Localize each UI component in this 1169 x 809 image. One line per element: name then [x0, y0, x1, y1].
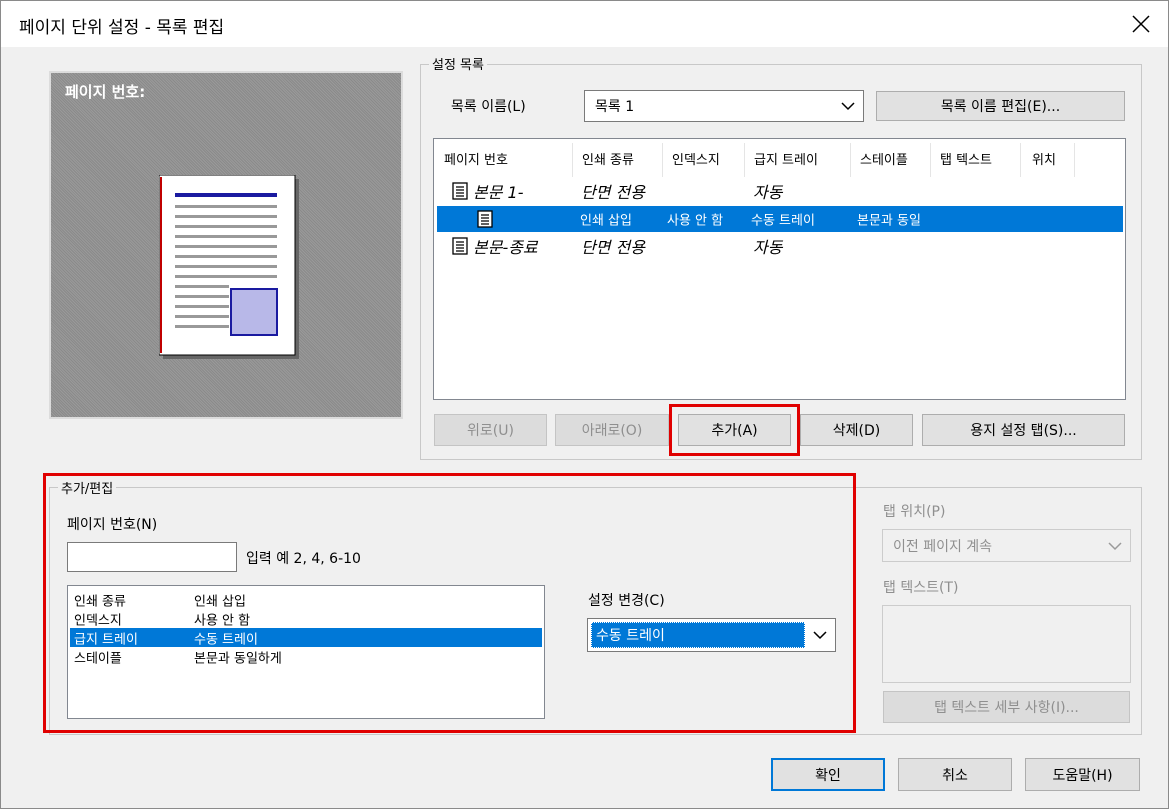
close-button[interactable] — [1114, 1, 1168, 47]
list-header: 페이지 번호 인쇄 종류 인덱스지 급지 트레이 스테이플 탭 텍스트 위치 — [434, 139, 1125, 177]
row-print-type: 인쇄 삽입 — [580, 213, 632, 229]
input-example-text: 입력 예 2, 4, 6-10 — [246, 551, 361, 567]
document-icon — [452, 237, 468, 255]
window-title: 페이지 단위 설정 - 목록 편집 — [19, 18, 225, 38]
setting-item-name: 스테이플 — [74, 651, 122, 666]
document-icon — [477, 210, 493, 228]
add-button-highlight — [669, 404, 800, 456]
help-button[interactable]: 도움말(H) — [1025, 758, 1140, 791]
row-tray: 자동 — [753, 183, 783, 202]
page-preview: 페이지 번호: — [49, 71, 403, 419]
settings-list-view[interactable]: 페이지 번호 인쇄 종류 인덱스지 급지 트레이 스테이플 탭 텍스트 위치 본… — [433, 138, 1126, 400]
list-name-value: 목록 1 — [595, 99, 635, 115]
setting-item-value: 수동 트레이 — [194, 632, 258, 647]
col-staple[interactable]: 스테이플 — [860, 149, 908, 168]
chevron-down-icon — [1108, 541, 1122, 550]
col-page-number[interactable]: 페이지 번호 — [444, 149, 508, 168]
row-print-type: 단면 전용 — [581, 183, 645, 202]
chevron-down-icon — [813, 631, 827, 640]
list-row-selected[interactable]: 인쇄 삽입 사용 안 함 수동 트레이 본문과 동일 — [437, 206, 1123, 232]
setting-item[interactable]: 인덱스지 사용 안 함 — [70, 609, 542, 628]
title-bar: 페이지 단위 설정 - 목록 편집 — [1, 1, 1168, 47]
setting-item-value: 본문과 동일하게 — [194, 651, 282, 666]
list-row[interactable]: 본문-종료 단면 전용 자동 — [435, 233, 1124, 259]
settings-list-group-label: 설정 목록 — [429, 54, 487, 73]
setting-items-list[interactable]: 인쇄 종류 인쇄 삽입 인덱스지 사용 안 함 급지 트레이 수동 트레이 스테… — [67, 585, 545, 719]
list-name-combo[interactable]: 목록 1 — [584, 90, 864, 122]
document-preview-icon — [159, 175, 299, 359]
chevron-down-icon — [841, 102, 855, 111]
change-setting-label: 설정 변경(C) — [588, 593, 665, 609]
list-row[interactable]: 본문 1- 단면 전용 자동 — [435, 178, 1124, 204]
tab-position-label: 탭 위치(P) — [883, 504, 946, 520]
row-tray: 수동 트레이 — [751, 213, 815, 229]
tab-position-combo[interactable]: 이전 페이지 계속 — [882, 529, 1131, 562]
row-page: 본문-종료 — [473, 238, 538, 257]
move-down-button[interactable]: 아래로(O) — [555, 414, 669, 446]
page-number-input[interactable] — [67, 542, 237, 572]
change-setting-value: 수동 트레이 — [596, 628, 665, 644]
setting-item-name: 인쇄 종류 — [74, 594, 126, 609]
delete-button[interactable]: 삭제(D) — [800, 414, 913, 446]
setting-item-name: 급지 트레이 — [74, 632, 138, 647]
col-tab-text[interactable]: 탭 텍스트 — [940, 149, 992, 168]
row-index: 사용 안 함 — [667, 213, 724, 229]
move-up-button[interactable]: 위로(U) — [434, 414, 547, 446]
ok-button[interactable]: 확인 — [771, 758, 885, 791]
setting-item-value: 사용 안 함 — [194, 613, 251, 628]
preview-label: 페이지 번호: — [65, 83, 146, 101]
list-name-label: 목록 이름(L) — [451, 99, 526, 115]
row-staple: 본문과 동일 — [857, 213, 921, 229]
col-print-type[interactable]: 인쇄 종류 — [582, 149, 634, 168]
tab-text-detail-button[interactable]: 탭 텍스트 세부 사항(I)... — [883, 691, 1130, 723]
setting-item[interactable]: 인쇄 종류 인쇄 삽입 — [70, 590, 542, 609]
setting-item[interactable]: 스테이플 본문과 동일하게 — [70, 647, 542, 666]
tab-text-label: 탭 텍스트(T) — [883, 580, 959, 596]
edit-list-name-button[interactable]: 목록 이름 편집(E)... — [876, 91, 1125, 121]
row-page: 본문 1- — [473, 183, 524, 202]
col-position[interactable]: 위치 — [1032, 149, 1056, 168]
row-tray: 자동 — [753, 238, 783, 257]
col-index[interactable]: 인덱스지 — [672, 149, 720, 168]
dialog-window: 페이지 단위 설정 - 목록 편집 페이지 번호: 설정 목록 목록 이름(L)… — [0, 0, 1169, 809]
setting-item-selected[interactable]: 급지 트레이 수동 트레이 — [70, 628, 542, 647]
cancel-button[interactable]: 취소 — [898, 758, 1012, 791]
col-tray[interactable]: 급지 트레이 — [754, 149, 818, 168]
paper-setting-tab-button[interactable]: 용지 설정 탭(S)... — [922, 414, 1125, 446]
tab-text-area[interactable] — [882, 605, 1131, 683]
row-print-type: 단면 전용 — [581, 238, 645, 257]
page-number-label: 페이지 번호(N) — [67, 517, 158, 533]
setting-item-name: 인덱스지 — [74, 613, 122, 628]
document-icon — [452, 182, 468, 200]
tab-position-value: 이전 페이지 계속 — [893, 538, 993, 555]
close-icon — [1132, 15, 1150, 33]
change-setting-combo[interactable]: 수동 트레이 — [587, 618, 836, 652]
setting-item-value: 인쇄 삽입 — [194, 594, 246, 609]
